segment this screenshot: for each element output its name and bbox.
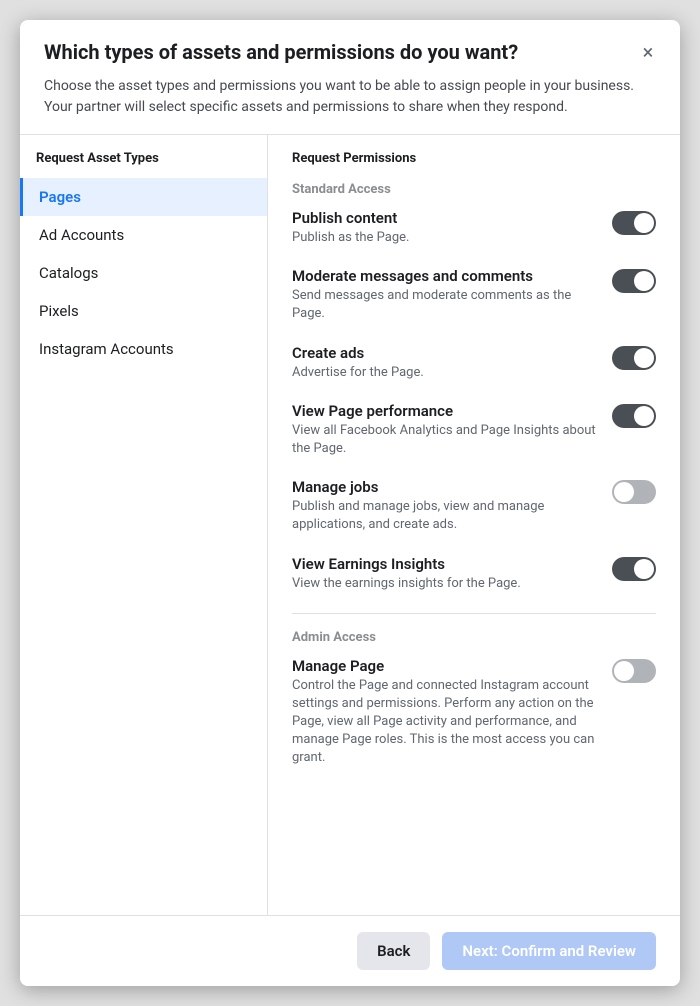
- permission-publish-content: Publish content Publish as the Page.: [292, 209, 656, 247]
- modal-title: Which types of assets and permissions do…: [44, 40, 656, 64]
- toggle-manage-page[interactable]: [612, 659, 656, 683]
- left-panel: Request Asset Types Pages Ad Accounts Ca…: [20, 135, 268, 915]
- permission-moderate-messages: Moderate messages and comments Send mess…: [292, 267, 656, 323]
- left-panel-title: Request Asset Types: [20, 151, 267, 178]
- modal-footer: Back Next: Confirm and Review: [20, 915, 680, 986]
- permission-manage-jobs: Manage jobs Publish and manage jobs, vie…: [292, 478, 656, 534]
- next-button[interactable]: Next: Confirm and Review: [442, 932, 656, 970]
- right-panel: Request Permissions Standard Access Publ…: [268, 135, 680, 915]
- modal-header: Which types of assets and permissions do…: [20, 20, 680, 135]
- sidebar-item-catalogs[interactable]: Catalogs: [20, 254, 267, 292]
- section-divider: [292, 613, 656, 614]
- permission-view-earnings: View Earnings Insights View the earnings…: [292, 555, 656, 593]
- sidebar-item-ad-accounts[interactable]: Ad Accounts: [20, 216, 267, 254]
- close-button[interactable]: ×: [634, 38, 662, 66]
- toggle-moderate-messages[interactable]: [612, 269, 656, 293]
- permission-desc: Advertise for the Page.: [292, 364, 600, 382]
- permission-name: Manage Page: [292, 657, 600, 675]
- permission-name: Moderate messages and comments: [292, 267, 600, 285]
- permission-name: View Earnings Insights: [292, 555, 600, 573]
- permission-desc: Publish as the Page.: [292, 229, 600, 247]
- admin-access-label: Admin Access: [292, 630, 656, 645]
- permission-name: View Page performance: [292, 402, 600, 420]
- permission-view-performance: View Page performance View all Facebook …: [292, 402, 656, 458]
- toggle-publish-content[interactable]: [612, 211, 656, 235]
- back-button[interactable]: Back: [357, 932, 430, 970]
- permission-desc: Send messages and moderate comments as t…: [292, 287, 600, 323]
- toggle-create-ads[interactable]: [612, 346, 656, 370]
- permission-manage-page: Manage Page Control the Page and connect…: [292, 657, 656, 768]
- toggle-manage-jobs[interactable]: [612, 480, 656, 504]
- right-panel-title: Request Permissions: [292, 151, 656, 166]
- sidebar-item-pixels[interactable]: Pixels: [20, 292, 267, 330]
- modal-description: Choose the asset types and permissions y…: [44, 76, 656, 118]
- permission-name: Create ads: [292, 344, 600, 362]
- permission-name: Manage jobs: [292, 478, 600, 496]
- sidebar-item-instagram-accounts[interactable]: Instagram Accounts: [20, 330, 267, 368]
- permission-desc: Publish and manage jobs, view and manage…: [292, 498, 600, 534]
- standard-access-label: Standard Access: [292, 182, 656, 197]
- permission-desc: Control the Page and connected Instagram…: [292, 677, 600, 768]
- permission-name: Publish content: [292, 209, 600, 227]
- modal: Which types of assets and permissions do…: [20, 20, 680, 986]
- toggle-view-performance[interactable]: [612, 404, 656, 428]
- permission-desc: View the earnings insights for the Page.: [292, 575, 600, 593]
- permission-desc: View all Facebook Analytics and Page Ins…: [292, 422, 600, 458]
- sidebar-item-pages[interactable]: Pages: [20, 178, 267, 216]
- permission-create-ads: Create ads Advertise for the Page.: [292, 344, 656, 382]
- toggle-view-earnings[interactable]: [612, 557, 656, 581]
- modal-body: Request Asset Types Pages Ad Accounts Ca…: [20, 135, 680, 915]
